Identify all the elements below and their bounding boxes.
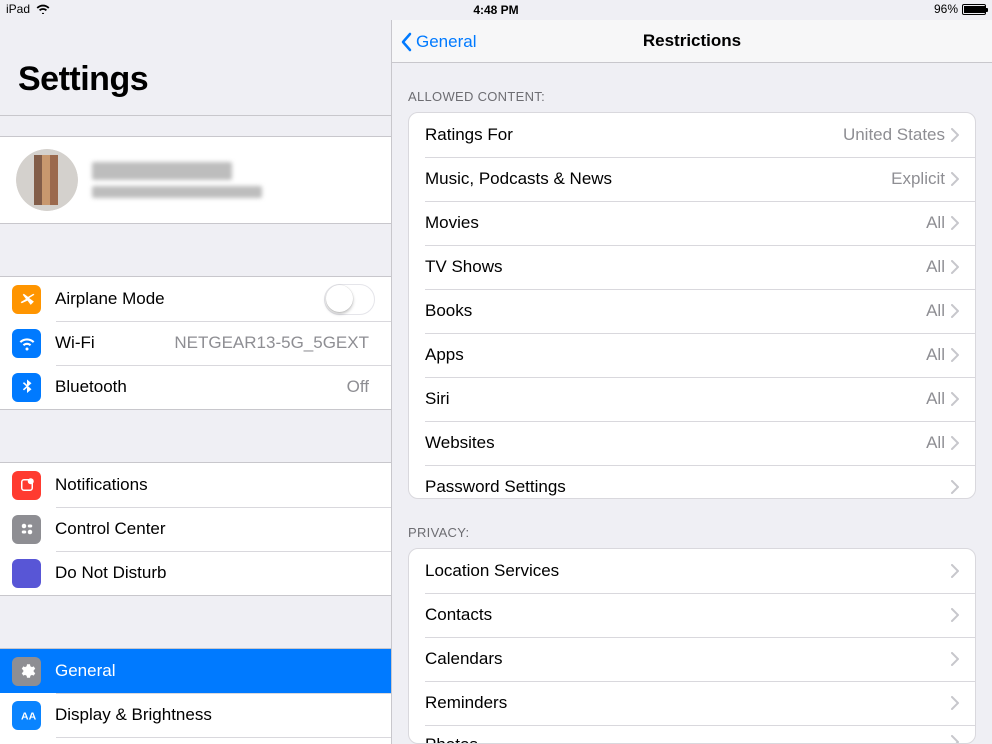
account-subtitle-redacted [92, 186, 262, 198]
chevron-right-icon [951, 652, 959, 666]
chevron-right-icon [951, 348, 959, 362]
chevron-right-icon [951, 216, 959, 230]
airplane-toggle[interactable] [324, 284, 375, 315]
row-contacts[interactable]: Contacts [409, 593, 975, 637]
sidebar-item-label: Bluetooth [55, 377, 347, 397]
row-siri[interactable]: Siri All [409, 377, 975, 421]
row-music[interactable]: Music, Podcasts & News Explicit [409, 157, 975, 201]
section-header-privacy: PRIVACY: [392, 499, 992, 548]
sidebar-item-label: Control Center [55, 519, 375, 539]
sidebar-item-airplane[interactable]: Airplane Mode [0, 277, 391, 321]
sidebar-item-general[interactable]: General [0, 649, 391, 693]
sidebar-item-display[interactable]: AA Display & Brightness [0, 693, 391, 737]
row-calendars[interactable]: Calendars [409, 637, 975, 681]
sidebar-item-label: General [55, 661, 375, 681]
bluetooth-value: Off [347, 377, 369, 397]
sidebar-item-notifications[interactable]: Notifications [0, 463, 391, 507]
row-photos[interactable]: Photos [409, 725, 975, 744]
back-label: General [416, 32, 476, 52]
chevron-right-icon [951, 436, 959, 450]
device-label: iPad [6, 2, 30, 16]
moon-icon [12, 559, 41, 588]
sidebar-item-label: Do Not Disturb [55, 563, 375, 583]
account-name-redacted [92, 162, 232, 180]
battery-icon [962, 4, 986, 15]
page-title: Settings [0, 20, 391, 116]
section-header-allowed: ALLOWED CONTENT: [392, 63, 992, 112]
chevron-right-icon [951, 480, 959, 494]
sidebar-item-label: Display & Brightness [55, 705, 375, 725]
row-ratings-for[interactable]: Ratings For United States [409, 113, 975, 157]
bluetooth-icon [12, 373, 41, 402]
chevron-right-icon [951, 260, 959, 274]
row-websites[interactable]: Websites All [409, 421, 975, 465]
status-bar: iPad 4:48 PM 96% [0, 0, 992, 20]
wifi-value: NETGEAR13-5G_5GEXT [174, 333, 369, 353]
row-movies[interactable]: Movies All [409, 201, 975, 245]
sidebar-item-wallpaper[interactable]: Wallpaper [0, 737, 391, 744]
chevron-left-icon [400, 32, 412, 52]
chevron-right-icon [951, 564, 959, 578]
row-apps[interactable]: Apps All [409, 333, 975, 377]
account-row[interactable] [0, 136, 391, 224]
row-password-settings[interactable]: Password Settings [409, 465, 975, 499]
chevron-right-icon [951, 172, 959, 186]
detail-title: Restrictions [643, 31, 741, 51]
row-reminders[interactable]: Reminders [409, 681, 975, 725]
nav-bar: General Restrictions [392, 20, 992, 63]
wifi-settings-icon [12, 329, 41, 358]
wifi-icon [36, 4, 50, 14]
avatar [16, 149, 78, 211]
sidebar-item-label: Notifications [55, 475, 375, 495]
sidebar-item-bluetooth[interactable]: Bluetooth Off [0, 365, 391, 409]
clock: 4:48 PM [0, 3, 992, 17]
battery-percent: 96% [934, 2, 958, 16]
notifications-icon [12, 471, 41, 500]
row-location-services[interactable]: Location Services [409, 549, 975, 593]
airplane-icon [12, 285, 41, 314]
sidebar-item-label: Airplane Mode [55, 289, 324, 309]
chevron-right-icon [951, 128, 959, 142]
chevron-right-icon [951, 696, 959, 710]
sidebar-item-label: Wi-Fi [55, 333, 174, 353]
chevron-right-icon [951, 608, 959, 622]
chevron-right-icon [951, 392, 959, 406]
chevron-right-icon [951, 735, 959, 744]
chevron-right-icon [951, 304, 959, 318]
gear-icon [12, 657, 41, 686]
sidebar-item-dnd[interactable]: Do Not Disturb [0, 551, 391, 595]
sidebar: Settings Airplane M [0, 20, 392, 744]
sidebar-item-control-center[interactable]: Control Center [0, 507, 391, 551]
svg-text:AA: AA [21, 711, 36, 723]
detail-pane: General Restrictions ALLOWED CONTENT: Ra… [392, 20, 992, 744]
display-icon: AA [12, 701, 41, 730]
sidebar-item-wifi[interactable]: Wi-Fi NETGEAR13-5G_5GEXT [0, 321, 391, 365]
row-tvshows[interactable]: TV Shows All [409, 245, 975, 289]
back-button[interactable]: General [400, 20, 476, 64]
control-center-icon [12, 515, 41, 544]
row-books[interactable]: Books All [409, 289, 975, 333]
